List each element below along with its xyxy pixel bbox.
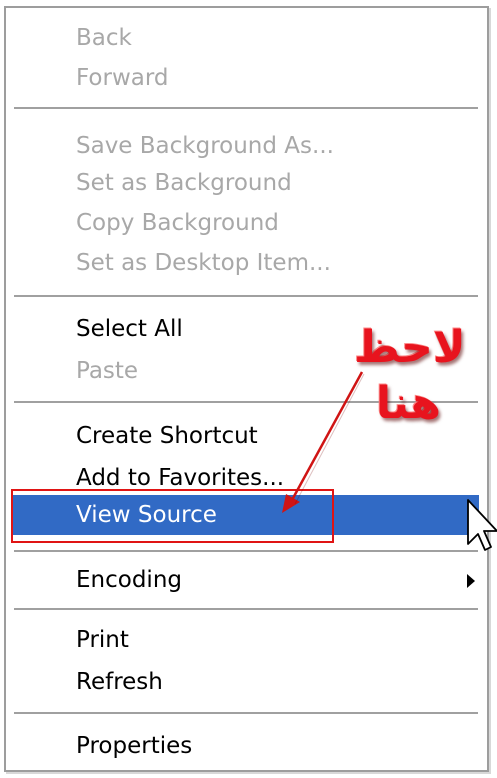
mouse-cursor-icon bbox=[467, 499, 497, 551]
